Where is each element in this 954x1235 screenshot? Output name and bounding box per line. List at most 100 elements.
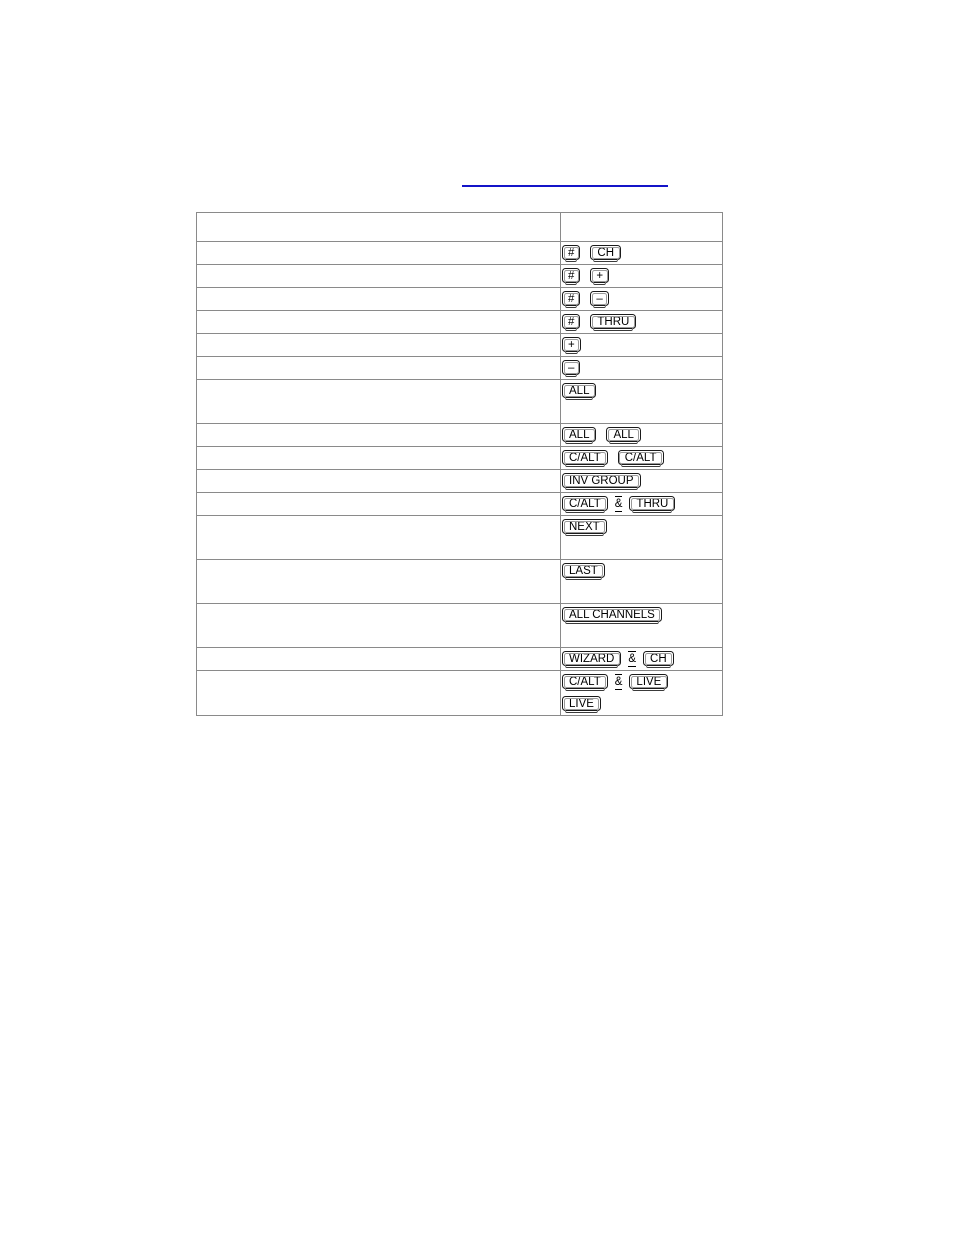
cell-description — [196, 603, 561, 648]
keycap-all[interactable]: ALL — [606, 427, 641, 445]
cell-description — [196, 310, 561, 334]
description-text — [197, 493, 560, 507]
cell-keystrokes: ALL CHANNELS — [560, 603, 723, 648]
keycap-thru[interactable]: THRU — [590, 314, 637, 332]
description-text — [197, 334, 560, 348]
keystroke-sequence: # THRU — [561, 311, 722, 333]
ampersand-connector: & — [614, 495, 623, 512]
description-text — [197, 671, 560, 685]
keycap-last[interactable]: LAST — [562, 563, 605, 581]
table-row: C/ALT C/ALT — [196, 446, 723, 470]
table-row: # + — [196, 264, 723, 288]
cell-description — [196, 670, 561, 716]
cell-description — [196, 264, 561, 288]
description-text — [197, 311, 560, 325]
description-text — [197, 447, 560, 461]
ampersand-connector: & — [628, 650, 637, 667]
cell-keystrokes: ALL ALL — [560, 423, 723, 447]
cell-keystrokes: # THRU — [560, 310, 723, 334]
cell-keystrokes: – — [560, 356, 723, 380]
keystroke-reference-table: # CH # + # – # THRU + – ALL ALL ALL C/ALT C/ALT INV GRO… — [196, 212, 723, 716]
cell-description — [196, 287, 561, 311]
keystroke-sequence: C/ALT C/ALT — [561, 447, 722, 469]
keycap-[interactable]: # — [562, 314, 581, 332]
table-header — [196, 212, 723, 242]
description-text — [197, 560, 560, 598]
table-row: INV GROUP — [196, 469, 723, 493]
keystroke-sequence: WIZARD & CH — [561, 648, 722, 670]
keycap-thru[interactable]: THRU — [629, 496, 676, 514]
keycap-[interactable]: # — [562, 245, 581, 263]
cell-description — [196, 241, 561, 265]
keycap-[interactable]: # — [562, 291, 581, 309]
keycap-[interactable]: + — [562, 337, 581, 355]
keystroke-sequence: ALL — [561, 380, 722, 402]
cell-keystrokes: # CH — [560, 241, 723, 265]
cell-keystrokes: ALL — [560, 379, 723, 424]
cell-description — [196, 423, 561, 447]
keycap-all-channels[interactable]: ALL CHANNELS — [562, 607, 662, 625]
cell-keystrokes: C/ALT & THRU — [560, 492, 723, 516]
column-header-description-label — [197, 213, 560, 239]
keycap-all[interactable]: ALL — [562, 427, 597, 445]
keystroke-sequence: – — [561, 357, 722, 379]
table-row: WIZARD & CH — [196, 647, 723, 671]
ampersand-connector: & — [614, 673, 623, 690]
description-text — [197, 357, 560, 371]
cell-keystrokes: C/ALT C/ALT — [560, 446, 723, 470]
keystroke-sequence: ALL CHANNELS — [561, 604, 722, 626]
keycap-[interactable]: – — [590, 291, 609, 309]
keystroke-sequence: + — [561, 334, 722, 356]
table-row: C/ALT & LIVE LIVE — [196, 670, 723, 716]
cell-keystrokes: INV GROUP — [560, 469, 723, 493]
table-row: NEXT — [196, 515, 723, 560]
document-page: # CH # + # – # THRU + – ALL ALL ALL C/ALT C/ALT INV GRO… — [0, 0, 954, 1235]
table-row: # – — [196, 287, 723, 311]
keystroke-sequence: # CH — [561, 242, 722, 264]
table-row: # THRU — [196, 310, 723, 334]
table-row: # CH — [196, 241, 723, 265]
column-header-keystrokes — [560, 212, 723, 242]
description-text — [197, 470, 560, 484]
cell-description — [196, 446, 561, 470]
keystroke-sequence: C/ALT & THRU — [561, 493, 722, 515]
keycap-c-alt[interactable]: C/ALT — [562, 674, 608, 692]
keystroke-sequence: C/ALT & LIVE — [561, 671, 722, 693]
description-text — [197, 604, 560, 642]
cell-description — [196, 379, 561, 424]
description-text — [197, 516, 560, 554]
cell-description — [196, 333, 561, 357]
column-header-keystrokes-label — [561, 213, 722, 239]
table-row: ALL — [196, 379, 723, 424]
description-text — [197, 380, 560, 418]
keystroke-sequence: ALL ALL — [561, 424, 722, 446]
keystroke-sequence: LIVE — [561, 693, 722, 715]
cell-description — [196, 356, 561, 380]
cell-keystrokes: C/ALT & LIVE LIVE — [560, 670, 723, 716]
keystroke-sequence: INV GROUP — [561, 470, 722, 492]
keycap-live[interactable]: LIVE — [562, 696, 601, 714]
keycap-next[interactable]: NEXT — [562, 519, 607, 537]
description-text — [197, 265, 560, 279]
table-row: ALL CHANNELS — [196, 603, 723, 648]
table-body: # CH # + # – # THRU + – ALL ALL ALL C/ALT C/ALT INV GRO… — [196, 241, 723, 716]
column-header-description — [196, 212, 561, 242]
cell-keystrokes: WIZARD & CH — [560, 647, 723, 671]
keycap-[interactable]: + — [590, 268, 610, 286]
keycap-c-alt[interactable]: C/ALT — [617, 450, 664, 468]
keystroke-sequence: # – — [561, 288, 722, 310]
keycap-live[interactable]: LIVE — [629, 674, 669, 692]
keycap-ch[interactable]: CH — [590, 245, 622, 263]
keycap-ch[interactable]: CH — [643, 651, 674, 669]
table-row: – — [196, 356, 723, 380]
description-text — [197, 424, 560, 438]
keycap-c-alt[interactable]: C/ALT — [562, 496, 608, 514]
cross-reference-link[interactable] — [462, 170, 668, 186]
keycap-inv-group[interactable]: INV GROUP — [562, 473, 641, 491]
keycap-[interactable]: – — [562, 360, 581, 378]
keycap-[interactable]: # — [562, 268, 581, 286]
keycap-wizard[interactable]: WIZARD — [562, 651, 622, 669]
cell-keystrokes: NEXT — [560, 515, 723, 560]
keycap-all[interactable]: ALL — [562, 383, 597, 401]
keycap-c-alt[interactable]: C/ALT — [562, 450, 608, 468]
